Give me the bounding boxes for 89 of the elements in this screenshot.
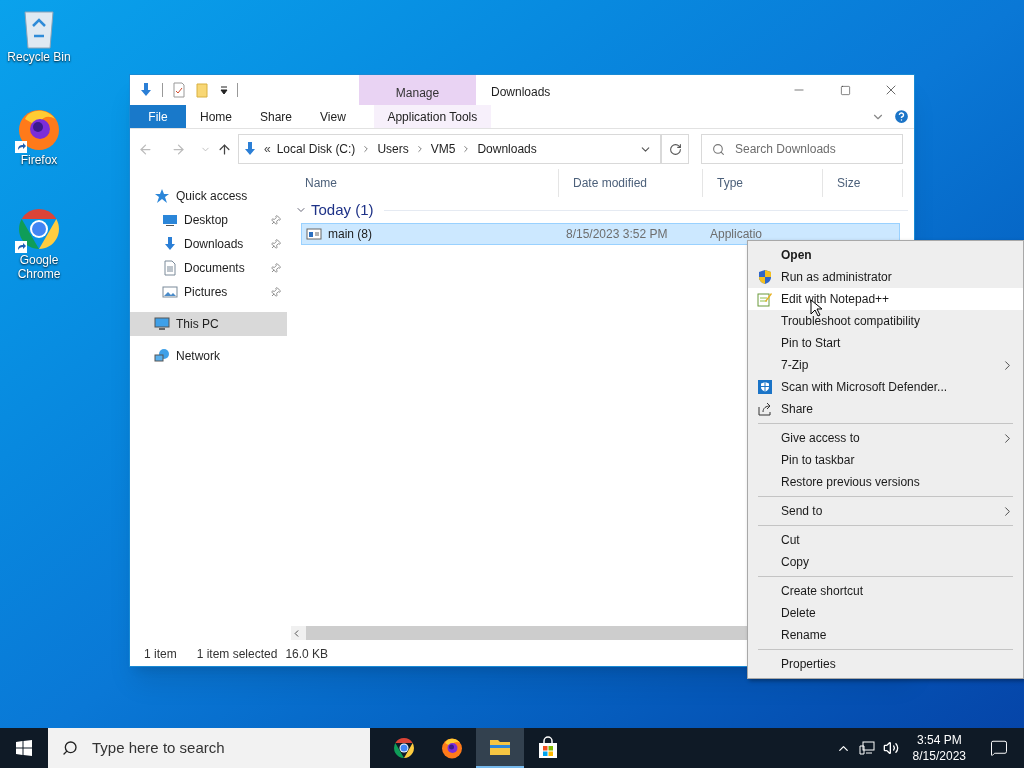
help-icon[interactable] [893, 108, 910, 125]
star-icon [154, 188, 170, 204]
defender-shield-icon [756, 379, 773, 395]
menu-item[interactable]: Restore previous versions [748, 471, 1023, 493]
image-icon [162, 284, 178, 300]
breadcrumb[interactable]: Users [377, 140, 409, 158]
ribbon-tab[interactable]: Share [246, 105, 307, 128]
shopping-bag-icon [536, 736, 560, 760]
firefox-icon [440, 736, 464, 760]
maximize-icon[interactable] [839, 84, 851, 96]
menu-item[interactable]: Rename [748, 624, 1023, 646]
search-icon [62, 740, 78, 756]
menu-item[interactable]: Pin to Start [748, 332, 1023, 354]
shield-icon [756, 269, 773, 285]
menu-item[interactable]: Send to [748, 500, 1023, 522]
share-icon [756, 401, 773, 417]
ribbon-tab[interactable]: View [306, 105, 360, 128]
dropdown-icon[interactable] [219, 85, 229, 95]
search-field[interactable]: Search Downloads [701, 134, 903, 164]
download-arrow-icon [162, 236, 178, 252]
network-icon[interactable] [858, 740, 875, 756]
menu-item[interactable]: Open [748, 244, 1023, 266]
navigation-item[interactable]: This PC [130, 312, 287, 336]
download-arrow-icon [242, 141, 258, 157]
navigation-item[interactable]: Quick access [130, 184, 287, 208]
menu-item[interactable]: Copy [748, 551, 1023, 573]
download-arrow-icon [138, 82, 154, 98]
navigation-item[interactable]: Desktop [130, 208, 287, 232]
network-icon [154, 348, 170, 364]
folder-icon[interactable] [195, 82, 211, 98]
back-icon[interactable] [138, 141, 153, 157]
column-header[interactable]: Name [291, 169, 559, 197]
column-header[interactable]: Size [823, 169, 903, 197]
menu-item[interactable]: Run as administrator [748, 266, 1023, 288]
contextual-tab-group: Manage [359, 75, 476, 105]
notepad-icon [756, 291, 773, 307]
chrome-icon [392, 736, 416, 760]
clock-time[interactable]: 3:54 PM [916, 732, 962, 748]
window-title: Downloads [491, 84, 551, 101]
shortcut-arrow-icon [15, 241, 27, 253]
menu-item[interactable]: Give access to [748, 427, 1023, 449]
computer-icon [154, 316, 170, 332]
group-header[interactable]: Today (1) [311, 198, 374, 222]
address-bar[interactable]: « Local Disk (C:) Users VM5 Downloads [238, 134, 661, 164]
navigation-item[interactable]: Downloads [130, 232, 287, 256]
windows-logo-icon [16, 740, 32, 756]
monitor-icon [162, 212, 178, 228]
ribbon-tab[interactable]: Home [186, 105, 246, 128]
notifications-icon[interactable] [990, 739, 1008, 757]
menu-item[interactable]: 7-Zip [748, 354, 1023, 376]
navigation-item[interactable]: Documents [130, 256, 287, 280]
date-modified: 8/15/2023 3:52 PM [566, 226, 669, 243]
refresh-button[interactable] [661, 134, 689, 164]
breadcrumb[interactable]: Local Disk (C:) [276, 140, 356, 158]
selection-size: 16.0 KB [285, 646, 329, 663]
application-file-icon [306, 226, 322, 242]
properties-icon[interactable] [171, 82, 187, 98]
selection-status: 1 item selected [196, 646, 278, 663]
navigation-item[interactable]: Pictures [130, 280, 287, 304]
search-icon [712, 142, 725, 156]
taskbar-app-button[interactable] [476, 728, 524, 768]
up-icon[interactable] [217, 141, 232, 157]
menu-item[interactable]: Scan with Microsoft Defender... [748, 376, 1023, 398]
breadcrumb[interactable]: VM5 [430, 140, 456, 158]
file-type: Applicatio [710, 226, 763, 243]
file-name: main (8) [328, 226, 372, 243]
menu-item[interactable]: Edit with Notepad++ [748, 288, 1023, 310]
breadcrumb[interactable]: Downloads [477, 140, 537, 158]
volume-icon[interactable] [882, 740, 899, 756]
overflow-chevron[interactable]: « [264, 140, 271, 158]
menu-item[interactable]: Pin to taskbar [748, 449, 1023, 471]
menu-item[interactable]: Cut [748, 529, 1023, 551]
document-icon [162, 260, 178, 276]
menu-item[interactable]: Share [748, 398, 1023, 420]
menu-item[interactable]: Troubleshoot compatibility [748, 310, 1023, 332]
menu-item[interactable]: Create shortcut [748, 580, 1023, 602]
refresh-icon[interactable] [668, 142, 682, 156]
column-header[interactable]: Type [703, 169, 823, 197]
forward-icon[interactable] [171, 141, 186, 157]
navigation-item[interactable]: Network [130, 344, 287, 368]
clock-date[interactable]: 8/15/2023 [912, 748, 966, 764]
menu-item[interactable]: Delete [748, 602, 1023, 624]
file-tab[interactable]: File [130, 105, 186, 128]
taskbar-search-field[interactable]: Type here to search [48, 728, 370, 768]
column-header[interactable]: Date modified [559, 169, 703, 197]
menu-item[interactable]: Properties [748, 653, 1023, 675]
shortcut-arrow-icon [15, 141, 27, 153]
item-count: 1 item [144, 646, 177, 663]
file-row[interactable]: main (8) 8/15/2023 3:52 PM Applicatio [301, 223, 900, 245]
